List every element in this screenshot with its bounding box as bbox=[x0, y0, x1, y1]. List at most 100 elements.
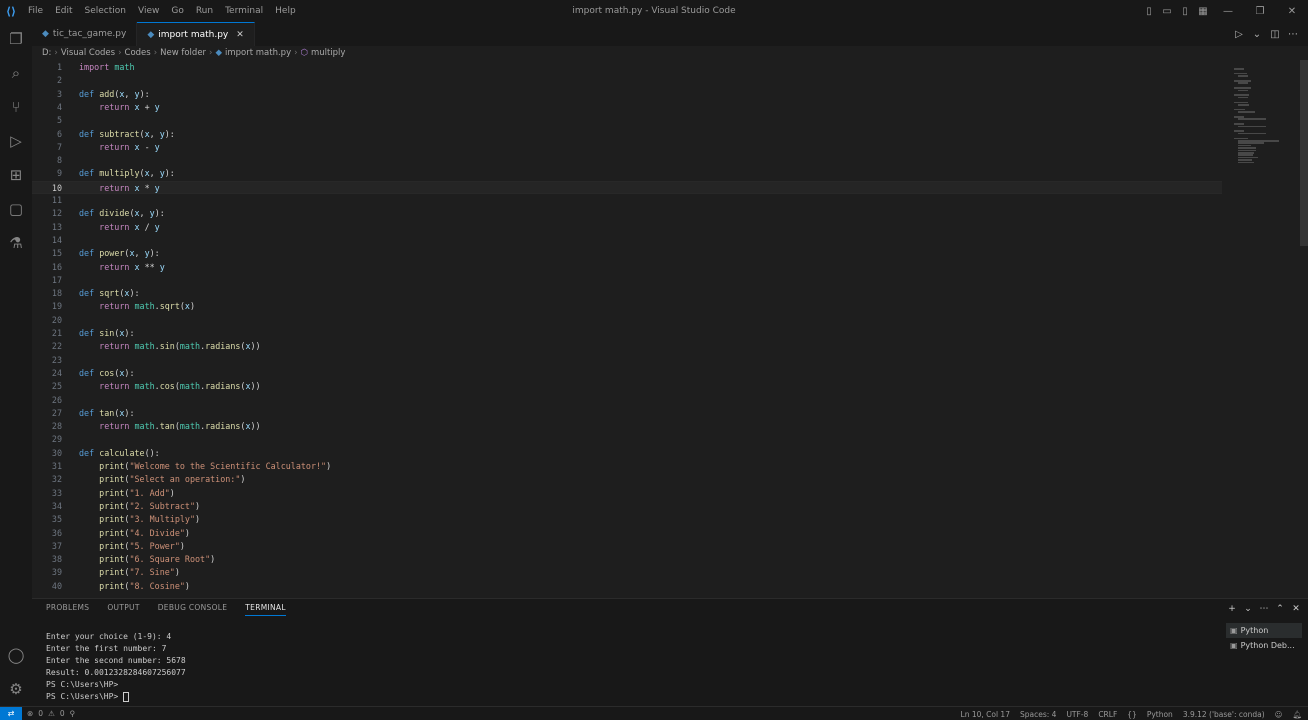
code-line[interactable]: 30 def calculate(): bbox=[32, 447, 1222, 460]
code-line[interactable]: 33 print("1. Add") bbox=[32, 487, 1222, 500]
language-mode[interactable]: Python bbox=[1147, 710, 1173, 719]
python-interpreter[interactable]: 3.9.12 ('base': conda) bbox=[1183, 710, 1265, 719]
menu-go[interactable]: Go bbox=[165, 0, 189, 22]
breadcrumb-codes[interactable]: Codes bbox=[125, 48, 151, 58]
terminal-output[interactable]: Enter your choice (1-9): 4 Enter the fir… bbox=[46, 631, 1226, 703]
code-line[interactable]: 12 def divide(x, y): bbox=[32, 207, 1222, 220]
tab-output[interactable]: OUTPUT bbox=[107, 603, 139, 616]
breadcrumb-symbol[interactable]: multiply bbox=[311, 48, 346, 58]
breadcrumb-file[interactable]: import math.py bbox=[225, 48, 291, 58]
code-editor[interactable]: 1 import math 2 3 def add(x, y): 4 return x +… bbox=[32, 60, 1308, 598]
menu-view[interactable]: View bbox=[132, 0, 165, 22]
close-window-button[interactable]: ✕ bbox=[1276, 0, 1308, 22]
tab-terminal[interactable]: TERMINAL bbox=[245, 603, 286, 616]
terminal-item-python[interactable]: ▣ Python bbox=[1226, 623, 1302, 638]
code-line[interactable]: 16 return x ** y bbox=[32, 261, 1222, 274]
code-line[interactable]: 28 return math.tan(math.radians(x)) bbox=[32, 420, 1222, 433]
breadcrumb-new-folder[interactable]: New folder bbox=[160, 48, 206, 58]
remote-indicator-icon[interactable]: ⇄ bbox=[0, 706, 22, 720]
testing-icon[interactable]: ⚗ bbox=[0, 226, 32, 260]
code-line[interactable]: 10 return x * y bbox=[32, 180, 1222, 194]
code-line[interactable]: 37 print("5. Power") bbox=[32, 540, 1222, 553]
run-python-file-icon[interactable]: ▷ bbox=[1232, 25, 1246, 43]
run-debug-icon[interactable]: ▷ bbox=[0, 124, 32, 158]
code-line[interactable]: 18 def sqrt(x): bbox=[32, 287, 1222, 300]
code-line[interactable]: 20 bbox=[32, 314, 1222, 327]
ports-icon[interactable]: ⚲ bbox=[70, 709, 76, 718]
errors-icon[interactable]: ⊗ bbox=[27, 709, 33, 718]
source-control-icon[interactable]: ⑂ bbox=[0, 90, 32, 124]
code-line[interactable]: 4 return x + y bbox=[32, 101, 1222, 114]
remote-explorer-icon[interactable]: ▢ bbox=[0, 192, 32, 226]
code-line[interactable]: 13 return x / y bbox=[32, 221, 1222, 234]
notifications-bell-icon[interactable]: 🔔︎ bbox=[1292, 710, 1302, 719]
encoding[interactable]: UTF-8 bbox=[1066, 710, 1088, 719]
new-terminal-plus-icon[interactable]: + bbox=[1226, 601, 1238, 617]
indentation[interactable]: Spaces: 4 bbox=[1020, 710, 1056, 719]
tab-problems[interactable]: PROBLEMS bbox=[46, 603, 89, 616]
code-line[interactable]: 8 bbox=[32, 154, 1222, 167]
code-line[interactable]: 26 bbox=[32, 394, 1222, 407]
code-line[interactable]: 23 bbox=[32, 354, 1222, 367]
breadcrumb-visual-codes[interactable]: Visual Codes bbox=[61, 48, 115, 58]
code-line[interactable]: 3 def add(x, y): bbox=[32, 88, 1222, 101]
code-line[interactable]: 25 return math.cos(math.radians(x)) bbox=[32, 380, 1222, 393]
menu-terminal[interactable]: Terminal bbox=[219, 0, 269, 22]
code-line[interactable]: 38 print("6. Square Root") bbox=[32, 553, 1222, 566]
close-tab-icon[interactable]: ✕ bbox=[236, 30, 244, 40]
manage-gear-icon[interactable]: ⚙ bbox=[0, 672, 32, 706]
tab-tic-tac-game[interactable]: ◆ tic_tac_game.py bbox=[32, 22, 138, 46]
customize-layout-icon[interactable]: ▦ bbox=[1194, 0, 1212, 22]
menu-edit[interactable]: Edit bbox=[49, 0, 78, 22]
end-of-line[interactable]: CRLF bbox=[1098, 710, 1117, 719]
minimize-button[interactable]: — bbox=[1212, 0, 1244, 22]
split-editor-icon[interactable]: ◫ bbox=[1268, 25, 1282, 43]
warning-count[interactable]: 0 bbox=[60, 709, 65, 718]
terminal-dropdown-chevron-icon[interactable]: ⌄ bbox=[1242, 601, 1254, 617]
code-line[interactable]: 39 print("7. Sine") bbox=[32, 566, 1222, 579]
cursor-position[interactable]: Ln 10, Col 17 bbox=[961, 710, 1010, 719]
code-line[interactable]: 35 print("3. Multiply") bbox=[32, 513, 1222, 526]
code-line[interactable]: 1 import math bbox=[32, 61, 1222, 74]
extensions-icon[interactable]: ⊞ bbox=[0, 158, 32, 192]
feedback-icon[interactable]: ☺ bbox=[1275, 710, 1283, 719]
warnings-icon[interactable]: ⚠ bbox=[48, 709, 55, 718]
menu-run[interactable]: Run bbox=[190, 0, 219, 22]
code-line[interactable]: 14 bbox=[32, 234, 1222, 247]
minimap[interactable] bbox=[1228, 60, 1300, 170]
editor-scrollbar[interactable] bbox=[1300, 60, 1308, 246]
more-actions-icon[interactable]: ⋯ bbox=[1286, 25, 1300, 43]
code-line[interactable]: 22 return math.sin(math.radians(x)) bbox=[32, 340, 1222, 353]
code-line[interactable]: 36 print("4. Divide") bbox=[32, 527, 1222, 540]
code-line[interactable]: 15 def power(x, y): bbox=[32, 247, 1222, 260]
code-line[interactable]: 11 bbox=[32, 194, 1222, 207]
code-line[interactable]: 21 def sin(x): bbox=[32, 327, 1222, 340]
code-line[interactable]: 34 print("2. Subtract") bbox=[32, 500, 1222, 513]
toggle-primary-sidebar-icon[interactable]: ▯ bbox=[1140, 0, 1158, 22]
tab-debug-console[interactable]: DEBUG CONSOLE bbox=[158, 603, 228, 616]
accounts-icon[interactable]: ◯ bbox=[0, 638, 32, 672]
code-line[interactable]: 2 bbox=[32, 74, 1222, 87]
breadcrumb-drive[interactable]: D: bbox=[42, 48, 51, 58]
code-line[interactable]: 6 def subtract(x, y): bbox=[32, 128, 1222, 141]
code-line[interactable]: 7 return x - y bbox=[32, 141, 1222, 154]
toggle-secondary-sidebar-icon[interactable]: ▯ bbox=[1176, 0, 1194, 22]
explorer-icon[interactable]: ❐ bbox=[0, 22, 32, 56]
tab-import-math[interactable]: ◆ import math.py ✕ bbox=[137, 22, 255, 46]
close-panel-icon[interactable]: ✕ bbox=[1290, 601, 1302, 617]
code-line[interactable]: 24 def cos(x): bbox=[32, 367, 1222, 380]
menu-help[interactable]: Help bbox=[269, 0, 302, 22]
menu-selection[interactable]: Selection bbox=[79, 0, 132, 22]
toggle-panel-icon[interactable]: ▭ bbox=[1158, 0, 1176, 22]
code-line[interactable]: 19 return math.sqrt(x) bbox=[32, 300, 1222, 313]
code-line[interactable]: 5 bbox=[32, 114, 1222, 127]
terminal-item-python-debug[interactable]: ▣ Python Deb... bbox=[1226, 638, 1302, 653]
maximize-panel-chevron-up-icon[interactable]: ⌃ bbox=[1274, 601, 1286, 617]
restore-button[interactable]: ❐ bbox=[1244, 0, 1276, 22]
code-line[interactable]: 31 print("Welcome to the Scientific Calc… bbox=[32, 460, 1222, 473]
code-line[interactable]: 27 def tan(x): bbox=[32, 407, 1222, 420]
code-line[interactable]: 32 print("Select an operation:") bbox=[32, 473, 1222, 486]
run-dropdown-chevron-icon[interactable]: ⌄ bbox=[1250, 25, 1264, 43]
search-icon[interactable]: ⌕ bbox=[0, 56, 32, 90]
error-count[interactable]: 0 bbox=[38, 709, 43, 718]
